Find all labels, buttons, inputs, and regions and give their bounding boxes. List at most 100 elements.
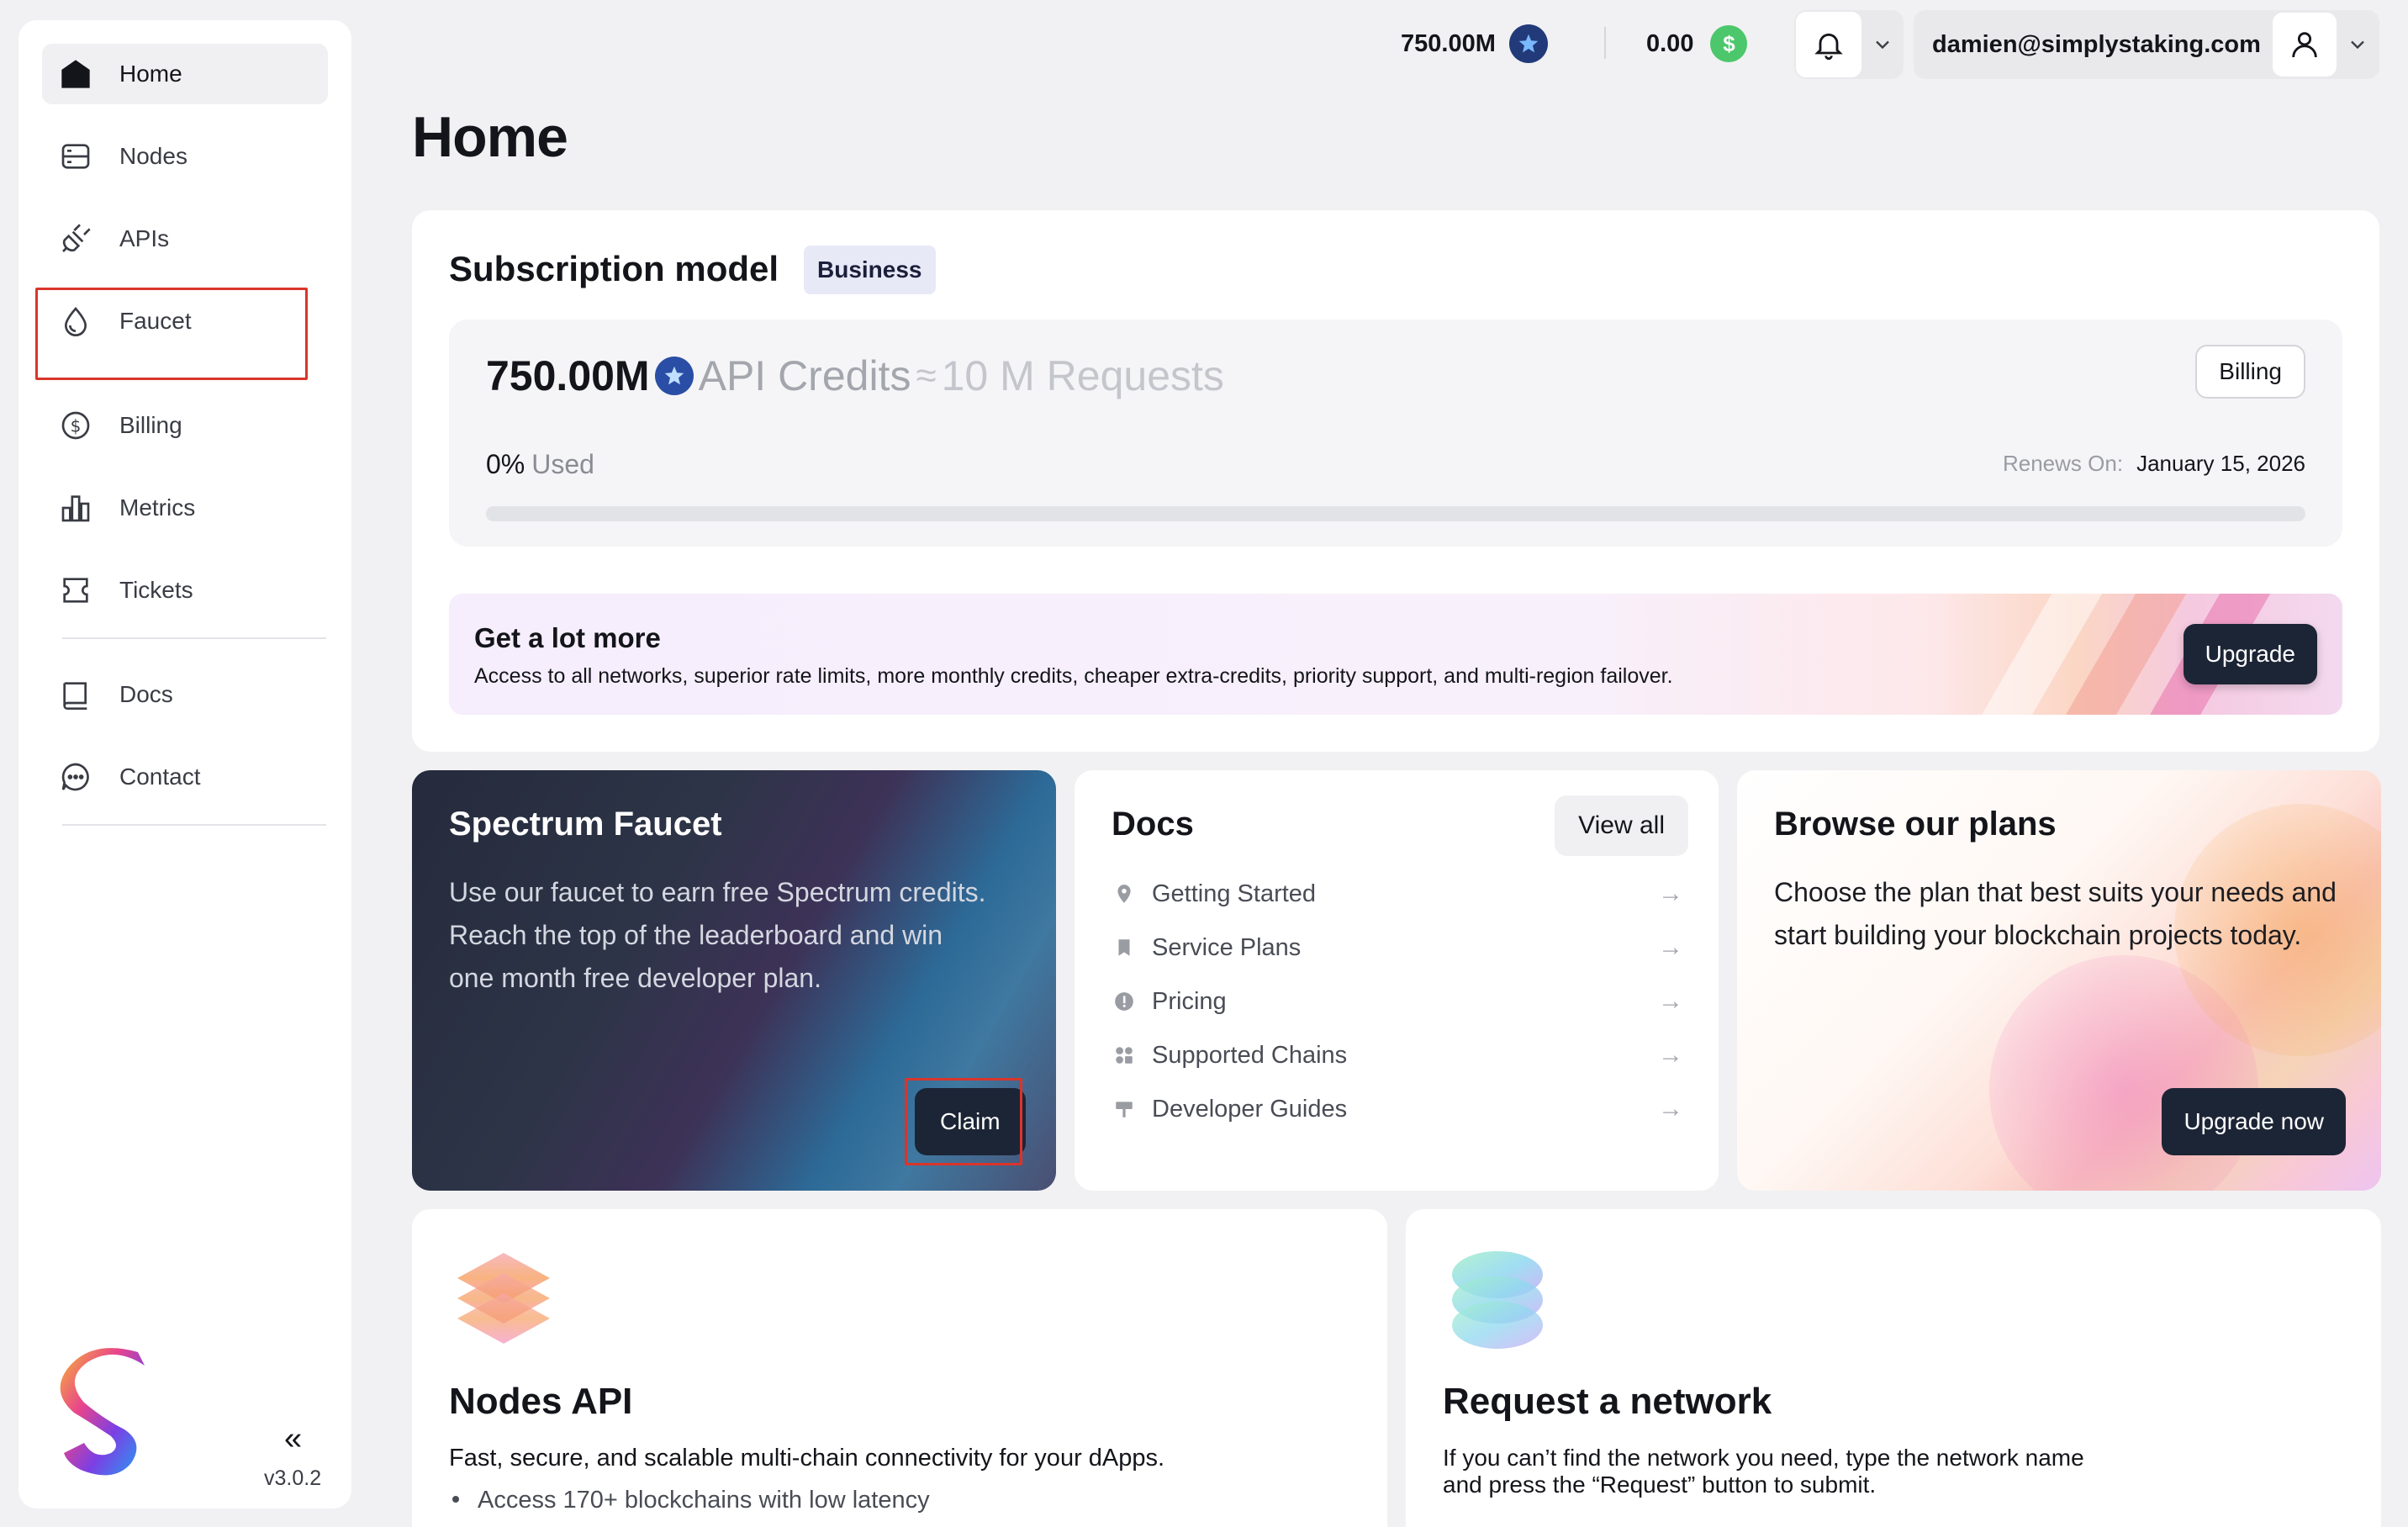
arrow-right-icon: → (1658, 880, 1683, 907)
sidebar-divider (62, 824, 326, 826)
sidebar-item-billing[interactable]: $ Billing (42, 395, 328, 456)
arrow-right-icon: → (1658, 1041, 1683, 1069)
promo-description: Access to all networks, superior rate li… (474, 664, 1673, 688)
sidebar-item-label: Home (119, 61, 182, 87)
credits-indicator: 750.00M (1401, 22, 1548, 66)
sidebar-item-contact[interactable]: Contact (42, 747, 328, 807)
nodes-api-bullet: Access 170+ blockchains with low latency (478, 1487, 930, 1514)
user-icon[interactable] (2272, 13, 2337, 77)
sidebar-item-label: Faucet (119, 308, 192, 334)
docs-card: Docs View all Getting Started → Service … (1075, 770, 1719, 1191)
list-item: Access 170+ blockchains with low latency (449, 1487, 930, 1514)
renews-label: Renews On: (2002, 451, 2124, 476)
plan-badge: Business (804, 246, 936, 294)
request-network-title: Request a network (1443, 1381, 1772, 1422)
upgrade-button[interactable]: Upgrade (2183, 624, 2317, 684)
arrow-right-icon: → (1658, 933, 1683, 961)
sidebar-item-nodes[interactable]: Nodes (42, 126, 328, 187)
docs-link-getting-started[interactable]: Getting Started → (1112, 873, 1683, 915)
grid-icon (1112, 1044, 1137, 1066)
bookmark-icon (1112, 937, 1137, 959)
docs-link-pricing[interactable]: Pricing → (1112, 980, 1683, 1022)
server-icon (57, 138, 94, 175)
credits-summary: 750.00M API Credits ≈ 10 M Requests (486, 351, 1224, 400)
sidebar-item-label: Billing (119, 412, 182, 438)
sidebar-item-apis[interactable]: APIs (42, 209, 328, 269)
chevron-down-icon[interactable] (2337, 33, 2379, 56)
sidebar-item-metrics[interactable]: Metrics (42, 478, 328, 538)
balance-value: 0.00 (1646, 29, 1694, 57)
nodes-api-card: Nodes API Fast, secure, and scalable mul… (412, 1209, 1387, 1527)
pin-icon (1112, 883, 1137, 905)
star-icon (1508, 24, 1548, 63)
credits-panel: 750.00M API Credits ≈ 10 M Requests Bill… (449, 320, 2342, 547)
docs-link-label: Pricing (1152, 987, 1227, 1015)
nodes-api-description: Fast, secure, and scalable multi-chain c… (449, 1445, 1165, 1472)
user-menu[interactable]: damien@simplystaking.com (1914, 10, 2379, 79)
plans-card: Browse our plans Choose the plan that be… (1737, 770, 2381, 1191)
docs-link-label: Getting Started (1152, 880, 1317, 907)
docs-link-service-plans[interactable]: Service Plans → (1112, 927, 1683, 969)
sidebar-item-label: Nodes (119, 143, 187, 169)
usage-word: Used (531, 449, 594, 479)
svg-text:$: $ (71, 416, 82, 436)
upgrade-promo-banner: Get a lot more Access to all networks, s… (449, 594, 2342, 715)
usage-percent: 0% (486, 449, 525, 479)
arrow-right-icon: → (1658, 1095, 1683, 1123)
sidebar-item-tickets[interactable]: Tickets (42, 560, 328, 621)
credits-unit: API Credits (698, 352, 911, 399)
renews-date: January 15, 2026 (2136, 451, 2305, 476)
sidebar-item-docs[interactable]: Docs (42, 664, 328, 725)
usage-progress-bar (486, 506, 2305, 521)
billing-button[interactable]: Billing (2195, 345, 2305, 399)
bullet-point (452, 1496, 459, 1503)
bell-icon[interactable] (1796, 12, 1861, 77)
info-icon (1112, 991, 1137, 1012)
docs-link-developer-guides[interactable]: Developer Guides → (1112, 1088, 1683, 1130)
docs-title: Docs (1112, 806, 1194, 843)
view-all-docs-button[interactable]: View all (1555, 795, 1688, 856)
request-network-description: If you can’t find the network you need, … (1443, 1445, 2084, 1498)
subscription-card: Subscription model Business 750.00M API … (412, 210, 2379, 752)
book-icon (57, 676, 94, 713)
approx-symbol: ≈ (916, 355, 937, 396)
topbar-divider (1604, 27, 1606, 59)
upgrade-now-button[interactable]: Upgrade now (2162, 1088, 2346, 1155)
docs-link-label: Service Plans (1152, 933, 1302, 961)
collapse-sidebar-button[interactable]: « (284, 1421, 302, 1457)
arrow-right-icon: → (1658, 987, 1683, 1015)
sidebar-item-label: Docs (119, 681, 173, 707)
app-version: v3.0.2 (264, 1466, 322, 1490)
requests-estimate: 10 M Requests (941, 352, 1224, 399)
sidebar-item-label: Contact (119, 764, 201, 790)
ticket-icon (57, 572, 94, 609)
sidebar-item-faucet[interactable]: Faucet (35, 288, 328, 380)
plug-icon (57, 220, 94, 257)
star-icon (654, 357, 694, 395)
chevron-down-icon[interactable] (1861, 33, 1904, 56)
faucet-title: Spectrum Faucet (449, 806, 722, 843)
plans-title: Browse our plans (1774, 806, 2057, 843)
request-network-card: Request a network If you can’t find the … (1406, 1209, 2381, 1527)
dollar-circle-icon: $ (57, 407, 94, 444)
notifications-menu (1794, 10, 1904, 79)
sidebar-item-home[interactable]: Home (42, 44, 328, 104)
balance-indicator: 0.00 $ (1646, 22, 1748, 66)
credits-value: 750.00M (1401, 29, 1496, 57)
sidebar-item-label: APIs (119, 225, 170, 251)
docs-link-label: Supported Chains (1152, 1041, 1348, 1069)
layers-icon (449, 1244, 558, 1354)
usage-label: 0% Used (486, 449, 594, 480)
dollar-icon: $ (1710, 25, 1748, 62)
stacked-discs-icon (1443, 1244, 1552, 1354)
faucet-card: Spectrum Faucet Use our faucet to earn f… (412, 770, 1056, 1191)
docs-link-supported-chains[interactable]: Supported Chains → (1112, 1034, 1683, 1076)
brand-logo (47, 1342, 182, 1493)
subscription-title: Subscription model (449, 249, 779, 288)
faucet-description: Use our faucet to earn free Spectrum cre… (449, 877, 986, 993)
sidebar-divider (62, 637, 326, 639)
docs-link-label: Developer Guides (1152, 1095, 1348, 1123)
signpost-icon (1112, 1098, 1137, 1120)
sidebar-item-label: Metrics (119, 494, 196, 520)
claim-button[interactable]: Claim (915, 1088, 1026, 1155)
